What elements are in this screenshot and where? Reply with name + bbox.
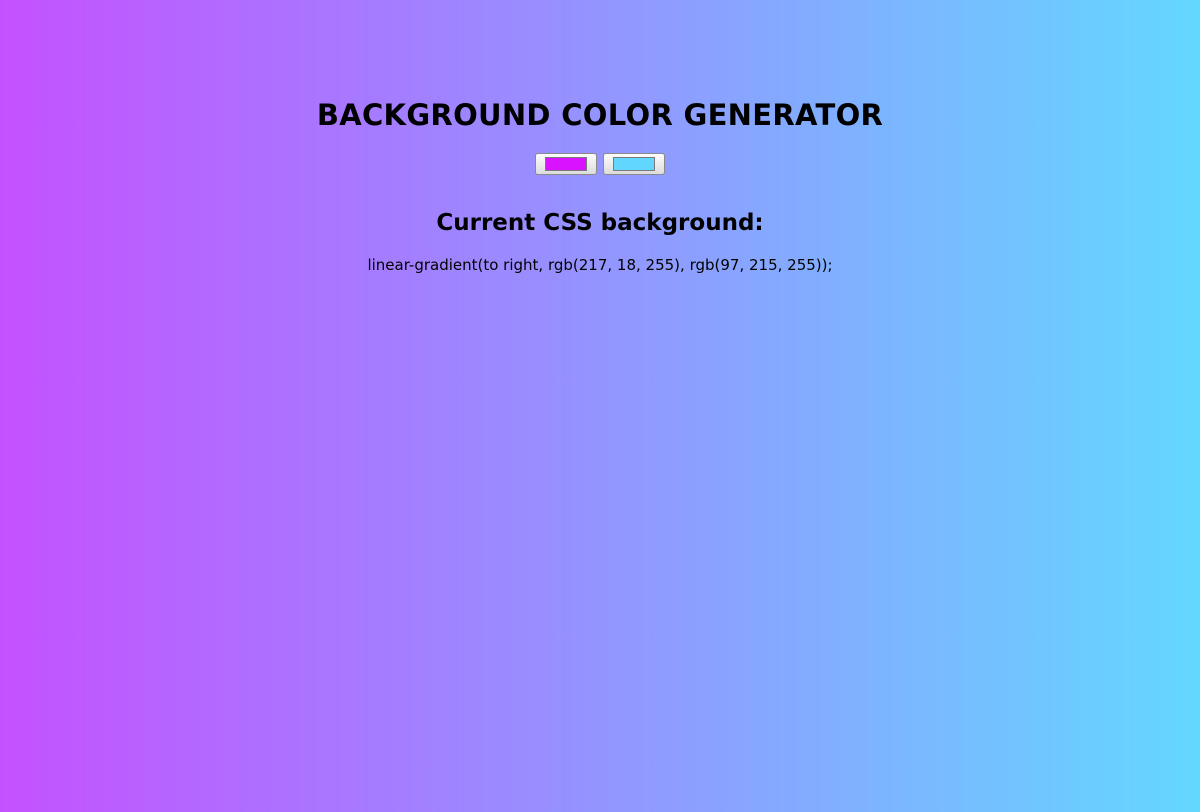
page-background: BACKGROUND COLOR GENERATOR Current CSS b… — [0, 0, 1200, 812]
color-swatch-2 — [613, 157, 655, 171]
css-background-value: linear-gradient(to right, rgb(217, 18, 2… — [367, 256, 833, 274]
css-background-heading: Current CSS background: — [436, 210, 764, 236]
color-picker-2[interactable] — [603, 153, 665, 175]
color-picker-1[interactable] — [535, 153, 597, 175]
color-swatch-1 — [545, 157, 587, 171]
page-title: BACKGROUND COLOR GENERATOR — [316, 98, 884, 132]
color-pickers — [0, 153, 1200, 175]
